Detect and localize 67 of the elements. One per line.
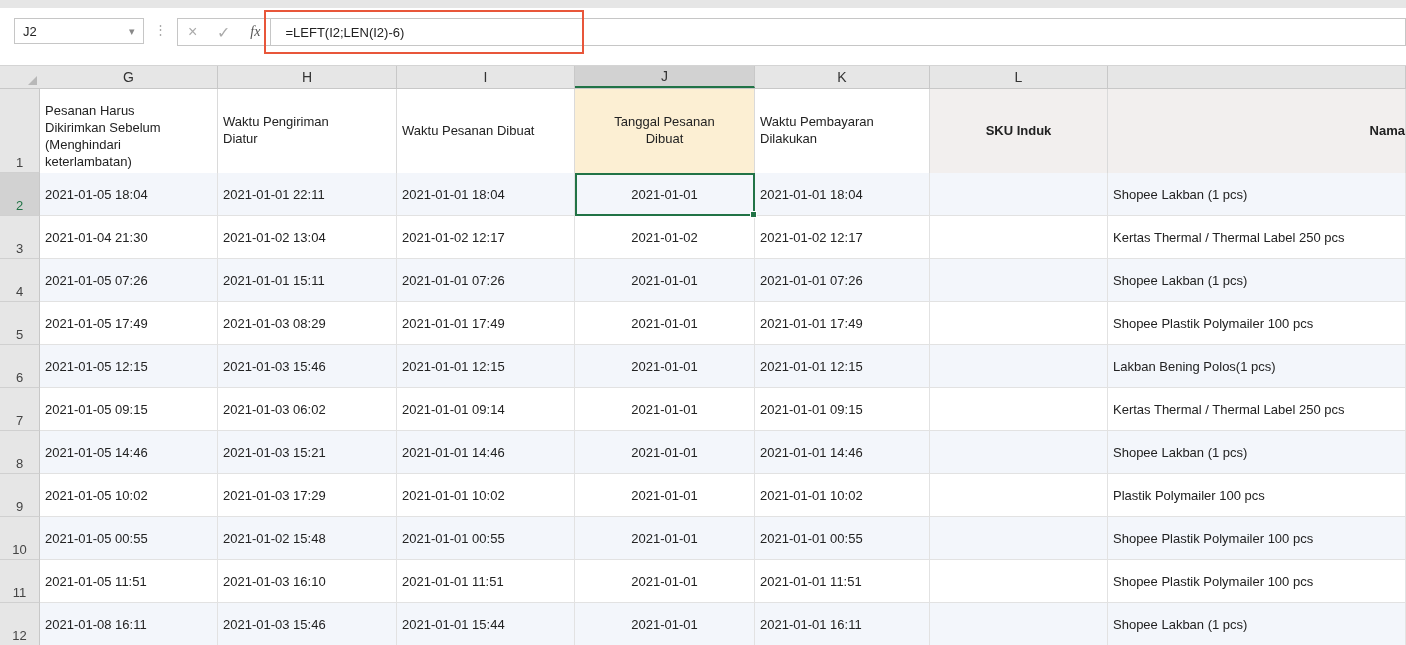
- table-cell[interactable]: 2021-01-01 12:15: [397, 345, 575, 388]
- row-number[interactable]: 3: [0, 216, 40, 259]
- table-cell[interactable]: 2021-01-01: [575, 259, 755, 302]
- row-number[interactable]: 11: [0, 560, 40, 603]
- header-cell-text: Tanggal Pesanan Dibuat: [613, 114, 716, 148]
- table-cell[interactable]: Shopee Lakban (1 pcs): [1108, 173, 1406, 216]
- table-cell[interactable]: 2021-01-01 00:55: [397, 517, 575, 560]
- row-number[interactable]: 6: [0, 345, 40, 388]
- column-letter[interactable]: I: [483, 69, 488, 85]
- row-number[interactable]: 4: [0, 259, 40, 302]
- column-letter[interactable]: L: [1014, 69, 1023, 85]
- table-cell[interactable]: 2021-01-01 07:26: [755, 259, 930, 302]
- table-cell[interactable]: 2021-01-01 18:04: [755, 173, 930, 216]
- table-cell[interactable]: 2021-01-05 14:46: [40, 431, 218, 474]
- row-number[interactable]: 9: [0, 474, 40, 517]
- table-cell[interactable]: 2021-01-05 07:26: [40, 259, 218, 302]
- table-cell[interactable]: 2021-01-05 00:55: [40, 517, 218, 560]
- table-cell[interactable]: 2021-01-03 15:46: [218, 603, 397, 645]
- row-number[interactable]: 2: [0, 173, 40, 216]
- table-cell[interactable]: 2021-01-01 00:55: [755, 517, 930, 560]
- table-cell[interactable]: 2021-01-03 15:46: [218, 345, 397, 388]
- table-cell[interactable]: 2021-01-08 16:11: [40, 603, 218, 645]
- insert-function-button[interactable]: fx: [250, 24, 261, 40]
- row-number[interactable]: 8: [0, 431, 40, 474]
- header-cell-text: Pesanan Harus Dikirimkan Sebelum (Menghindari keterlambatan): [45, 103, 162, 171]
- table-cell[interactable]: 2021-01-01: [575, 603, 755, 645]
- table-cell[interactable]: Shopee Lakban (1 pcs): [1108, 431, 1406, 474]
- table-cell[interactable]: Lakban Bening Polos(1 pcs): [1108, 345, 1406, 388]
- header-cell-text: Waktu Pembayaran Dilakukan: [760, 114, 875, 148]
- header-cell-text: Waktu Pengiriman Diatur: [223, 114, 330, 148]
- table-cell[interactable]: 2021-01-02 15:48: [218, 517, 397, 560]
- table-cell[interactable]: 2021-01-01: [575, 431, 755, 474]
- table-cell[interactable]: 2021-01-01: [575, 173, 755, 216]
- table-cell[interactable]: 2021-01-01 15:44: [397, 603, 575, 645]
- header-cell: SKU Induk: [985, 122, 1052, 140]
- table-cell[interactable]: 2021-01-05 12:15: [40, 345, 218, 388]
- row-number[interactable]: 5: [0, 302, 40, 345]
- table-cell[interactable]: 2021-01-01 12:15: [755, 345, 930, 388]
- table-cell[interactable]: 2021-01-01 07:26: [397, 259, 575, 302]
- table-cell[interactable]: 2021-01-05 18:04: [40, 173, 218, 216]
- caret-icon[interactable]: ▾: [129, 24, 135, 38]
- row-number[interactable]: 10: [0, 517, 40, 560]
- table-cell[interactable]: Shopee Lakban (1 pcs): [1108, 603, 1406, 645]
- table-cell[interactable]: 2021-01-01 16:11: [755, 603, 930, 645]
- header-cell: Nama: [1369, 122, 1405, 140]
- table-cell[interactable]: 2021-01-01: [575, 517, 755, 560]
- table-cell[interactable]: Shopee Plastik Polymailer 100 pcs: [1108, 517, 1406, 560]
- row-number[interactable]: 12: [0, 603, 40, 645]
- column-letter[interactable]: J: [661, 68, 668, 84]
- table-cell[interactable]: 2021-01-01 14:46: [397, 431, 575, 474]
- table-cell[interactable]: Shopee Lakban (1 pcs): [1108, 259, 1406, 302]
- row-number[interactable]: 1: [0, 89, 40, 173]
- name-box[interactable]: J2 ▾: [14, 18, 144, 44]
- column-letter[interactable]: K: [837, 69, 847, 85]
- table-cell[interactable]: 2021-01-01 18:04: [397, 173, 575, 216]
- fill-handle[interactable]: [750, 211, 757, 218]
- header-cell: Waktu Pesanan Dibuat: [402, 122, 535, 140]
- row-number[interactable]: 7: [0, 388, 40, 431]
- column-letter[interactable]: H: [301, 69, 313, 85]
- table-cell[interactable]: 2021-01-03 15:21: [218, 431, 397, 474]
- table-cell[interactable]: 2021-01-01: [575, 345, 755, 388]
- table-cell[interactable]: 2021-01-01 22:11: [218, 173, 397, 216]
- column-letter[interactable]: G: [123, 69, 134, 85]
- table-cell[interactable]: 2021-01-01 14:46: [755, 431, 930, 474]
- grip-icon: ⋮: [154, 22, 167, 37]
- formula-field[interactable]: =LEFT(I2;LEN(I2)-6): [270, 18, 1406, 46]
- table-cell[interactable]: 2021-01-01 15:11: [218, 259, 397, 302]
